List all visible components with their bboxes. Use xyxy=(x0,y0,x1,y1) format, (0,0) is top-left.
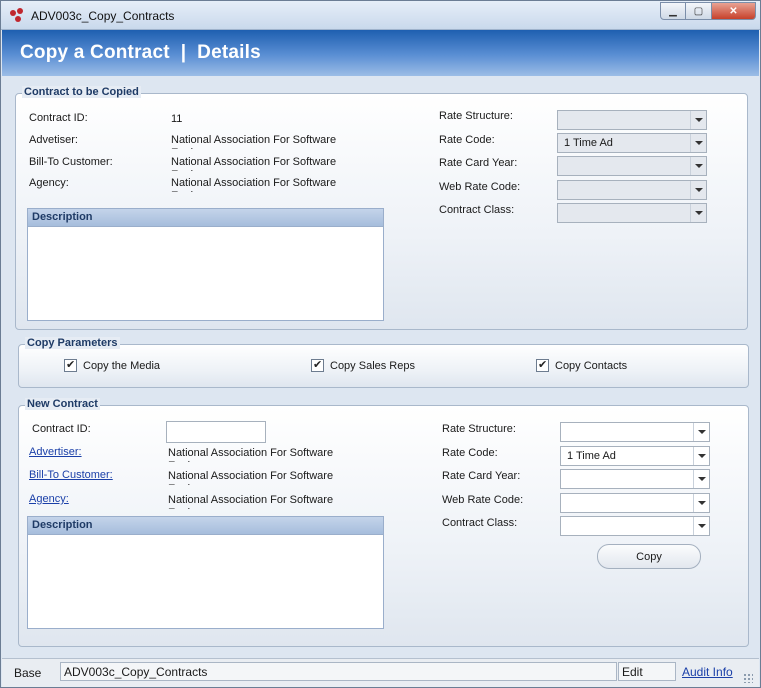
copy-media-label: Copy the Media xyxy=(83,359,161,372)
new-rate-code-combo[interactable]: 1 Time Ad xyxy=(560,446,710,466)
source-rate-code-combo: 1 Time Ad xyxy=(557,133,707,153)
chevron-down-icon xyxy=(690,181,706,199)
source-rate-code-value: 1 Time Ad xyxy=(564,137,613,149)
status-base-label: Base xyxy=(14,666,42,680)
source-rate-card-year-combo xyxy=(557,156,707,176)
new-web-rate-code-combo[interactable] xyxy=(560,493,710,513)
resize-grip-icon[interactable] xyxy=(743,673,753,683)
source-bill-to-label: Bill-To Customer: xyxy=(29,156,113,168)
new-bill-to-link[interactable]: Bill-To Customer: xyxy=(29,469,113,481)
new-advertiser-link[interactable]: Advertiser: xyxy=(29,446,82,458)
source-contract-class-label: Contract Class: xyxy=(439,204,515,216)
source-contract-id-value: 11 xyxy=(171,113,183,125)
maximize-icon: ▢ xyxy=(693,5,704,17)
source-agency-value: National Association For Software Engine… xyxy=(171,177,337,192)
new-description-header: Description xyxy=(28,517,383,535)
chevron-down-icon[interactable] xyxy=(693,470,709,488)
new-rate-card-year-label: Rate Card Year: xyxy=(442,470,521,482)
checkbox-checked-icon xyxy=(311,358,324,372)
chevron-down-icon xyxy=(690,204,706,222)
maximize-button[interactable]: ▢ xyxy=(686,2,712,20)
window-title: ADV003c_Copy_Contracts xyxy=(31,9,175,23)
new-contract-group: New Contract Contract ID: Advertiser: Na… xyxy=(18,398,749,647)
close-icon: ✕ xyxy=(729,5,738,17)
new-description-panel[interactable]: Description xyxy=(27,516,384,629)
new-agency-value: National Association For Software Engine… xyxy=(168,494,334,509)
new-rate-structure-combo[interactable] xyxy=(560,422,710,442)
source-description-panel: Description xyxy=(27,208,384,321)
new-rate-structure-label: Rate Structure: xyxy=(442,423,516,435)
chevron-down-icon xyxy=(690,111,706,129)
copy-contacts-label: Copy Contacts xyxy=(555,359,628,372)
copy-contacts-checkbox[interactable]: Copy Contacts xyxy=(536,358,628,372)
source-web-rate-code-combo xyxy=(557,180,707,200)
copy-media-checkbox[interactable]: Copy the Media xyxy=(64,358,161,372)
source-agency-label: Agency: xyxy=(29,177,69,189)
new-contract-class-combo[interactable] xyxy=(560,516,710,536)
copy-parameters-group: Copy Parameters Copy the Media Copy Sale… xyxy=(18,337,749,388)
status-mode: Edit xyxy=(618,662,676,681)
new-rate-code-label: Rate Code: xyxy=(442,447,498,459)
window-controls: ▁ ▢ ✕ xyxy=(660,2,756,22)
source-contract-group: Contract to be Copied Contract ID: 11 Ad… xyxy=(15,86,748,330)
new-rate-card-year-combo[interactable] xyxy=(560,469,710,489)
status-form-name: ADV003c_Copy_Contracts xyxy=(60,662,617,681)
chevron-down-icon xyxy=(690,157,706,175)
checkbox-checked-icon xyxy=(64,358,77,372)
close-button[interactable]: ✕ xyxy=(712,2,756,20)
source-advertiser-label: Advetiser: xyxy=(29,134,78,146)
new-contract-class-label: Contract Class: xyxy=(442,517,518,529)
page-header: Copy a Contract | Details xyxy=(2,30,759,76)
chevron-down-icon[interactable] xyxy=(693,423,709,441)
minimize-icon: ▁ xyxy=(669,5,677,17)
new-contract-id-label: Contract ID: xyxy=(32,423,91,435)
chevron-down-icon[interactable] xyxy=(693,447,709,465)
source-rate-structure-label: Rate Structure: xyxy=(439,110,513,122)
source-rate-structure-combo xyxy=(557,110,707,130)
new-agency-link[interactable]: Agency: xyxy=(29,493,69,505)
new-contract-id-input[interactable] xyxy=(166,421,266,443)
source-description-header: Description xyxy=(28,209,383,227)
source-advertiser-value: National Association For Software Engine… xyxy=(171,134,337,149)
source-bill-to-value: National Association For Software Engine… xyxy=(171,156,337,171)
source-contract-id-label: Contract ID: xyxy=(29,112,88,124)
source-rate-card-year-label: Rate Card Year: xyxy=(439,157,518,169)
new-contract-group-label: New Contract xyxy=(25,398,100,410)
params-group-label: Copy Parameters xyxy=(25,337,120,349)
minimize-button[interactable]: ▁ xyxy=(660,2,686,20)
status-bar: Base ADV003c_Copy_Contracts Edit Audit I… xyxy=(2,658,759,687)
new-rate-code-value: 1 Time Ad xyxy=(567,450,616,462)
app-icon xyxy=(9,8,25,24)
source-web-rate-code-label: Web Rate Code: xyxy=(439,181,521,193)
copy-button[interactable]: Copy xyxy=(597,544,701,569)
chevron-down-icon xyxy=(690,134,706,152)
new-advertiser-value: National Association For Software Engine… xyxy=(168,447,334,462)
copy-sales-reps-checkbox[interactable]: Copy Sales Reps xyxy=(311,358,415,372)
app-window: ADV003c_Copy_Contracts ▁ ▢ ✕ Copy a Cont… xyxy=(0,0,761,688)
copy-sales-reps-label: Copy Sales Reps xyxy=(330,359,415,372)
chevron-down-icon[interactable] xyxy=(693,494,709,512)
new-bill-to-value: National Association For Software Engine… xyxy=(168,470,334,485)
title-bar: ADV003c_Copy_Contracts ▁ ▢ ✕ xyxy=(1,1,760,30)
chevron-down-icon[interactable] xyxy=(693,517,709,535)
checkbox-checked-icon xyxy=(536,358,549,372)
page-title: Copy a Contract | Details xyxy=(20,42,261,63)
source-rate-code-label: Rate Code: xyxy=(439,134,495,146)
source-group-label: Contract to be Copied xyxy=(22,86,141,98)
new-web-rate-code-label: Web Rate Code: xyxy=(442,494,524,506)
audit-info-link[interactable]: Audit Info xyxy=(682,665,733,679)
source-contract-class-combo xyxy=(557,203,707,223)
